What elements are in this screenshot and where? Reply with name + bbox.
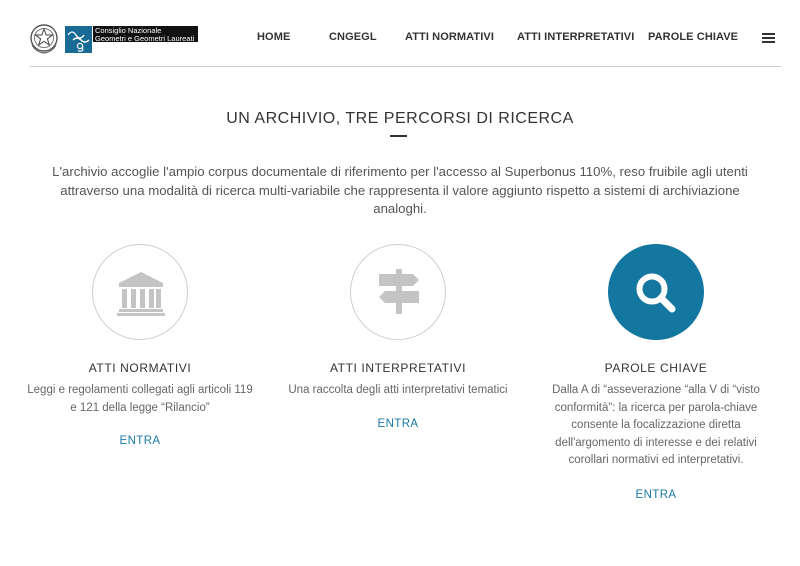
nav-atti-normativi[interactable]: ATTI NORMATIVI [405,31,494,45]
parole-chiave-entra-link[interactable]: ENTRA [606,489,706,501]
parole-chiave-title: PAROLE CHIAVE [604,361,708,375]
cngegl-logo-mark-icon [67,31,90,52]
nav-cngegl[interactable]: CNGEGL [329,31,377,45]
site-header: Consiglio Nazionale Geometri e Geometri … [0,0,800,67]
hamburger-icon[interactable] [762,33,775,43]
atti-normativi-circle[interactable] [92,244,188,340]
atti-interpretativi-description: Una raccolta degli atti interpretativi t… [288,384,508,396]
section-title: UN ARCHIVIO, TRE PERCORSI DI RICERCA [226,110,574,127]
intro-text: L'archivio accoglie l'ampio corpus docum… [52,164,748,216]
cngegl-logo-icon[interactable] [65,26,92,53]
bank-icon [117,272,165,316]
signpost-icon [379,269,419,314]
search-icon [636,273,676,313]
atti-interpretativi-title: ATTI INTERPRETATIVI [329,361,467,375]
logo-text[interactable]: Consiglio Nazionale Geometri e Geometri … [93,26,198,42]
atti-normativi-entra-link[interactable]: ENTRA [90,435,190,447]
logo-line-2: Geometri e Geometri Laureati [95,33,195,43]
atti-normativi-description: Leggi e regolamenti collegati agli artic… [27,384,253,414]
nav-atti-interpretativi[interactable]: ATTI INTERPRETATIVI [517,31,634,45]
parole-chiave-description: Dalla A di “asseverazione “alla V di “vi… [552,384,760,467]
header-divider [30,66,781,67]
nav-parole-chiave[interactable]: PAROLE CHIAVE [648,31,738,45]
nav-home[interactable]: HOME [257,31,290,45]
atti-interpretativi-circle[interactable] [350,244,446,340]
atti-normativi-title: ATTI NORMATIVI [88,361,192,375]
republic-emblem-icon[interactable] [28,21,60,55]
atti-interpretativi-entra-link[interactable]: ENTRA [348,418,448,430]
title-underline [390,135,407,137]
parole-chiave-circle[interactable] [608,244,704,340]
